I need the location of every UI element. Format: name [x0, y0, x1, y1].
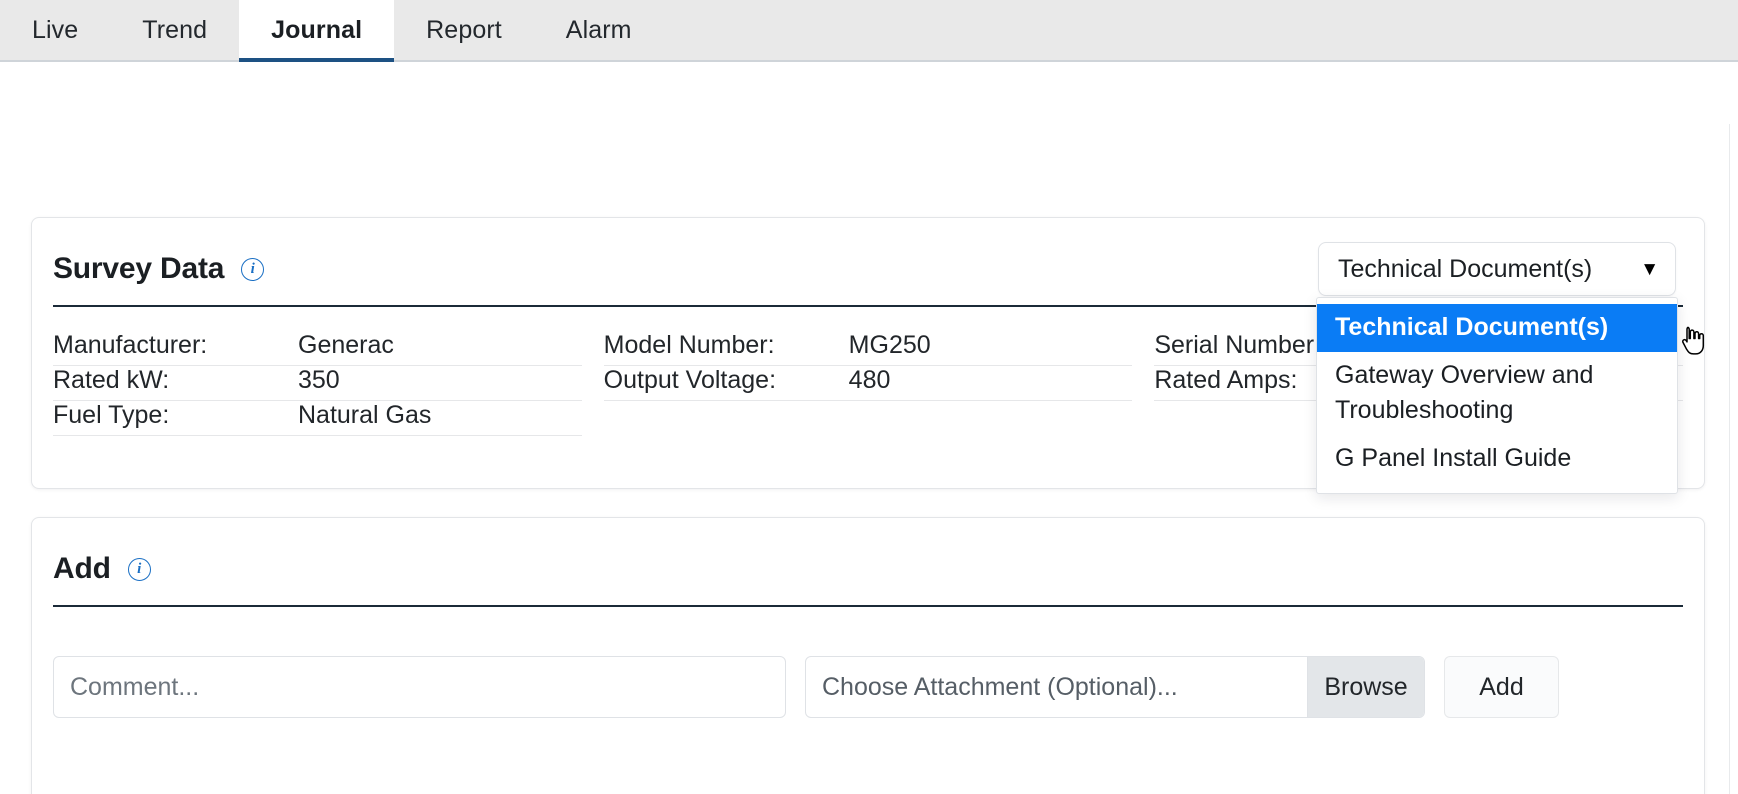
dropdown-option-label: Gateway Overview and Troubleshooting [1335, 361, 1593, 423]
document-type-selected-value: Technical Document(s) [1338, 255, 1592, 284]
field-empty-2 [604, 401, 1133, 436]
add-entry-form: Comment... Choose Attachment (Optional).… [32, 607, 1704, 718]
page-content: Survey Data i Manufacturer: Generac Rate… [0, 62, 1738, 794]
tab-trend[interactable]: Trend [110, 0, 239, 60]
add-button-label: Add [1479, 673, 1523, 702]
main-tabbar: Live Trend Journal Report Alarm [0, 0, 1738, 62]
tab-live-label: Live [32, 16, 78, 45]
tab-live[interactable]: Live [0, 0, 110, 60]
field-label: Output Voltage: [604, 366, 849, 395]
tab-report-label: Report [426, 16, 502, 45]
attachment-placeholder: Choose Attachment (Optional)... [822, 673, 1178, 702]
field-value: Generac [298, 331, 394, 360]
page-title: Survey Data [53, 252, 224, 286]
field-value: 350 [298, 366, 340, 395]
field-label: Rated kW: [53, 366, 298, 395]
field-value: MG250 [849, 331, 931, 360]
add-button[interactable]: Add [1444, 656, 1559, 718]
right-gutter [1729, 124, 1738, 794]
field-model-number: Model Number: MG250 [604, 331, 1133, 366]
browse-button-label: Browse [1324, 673, 1407, 702]
browse-button[interactable]: Browse [1307, 657, 1424, 717]
survey-column-2: Model Number: MG250 Output Voltage: 480 [604, 331, 1133, 436]
field-label: Fuel Type: [53, 401, 298, 430]
tab-journal[interactable]: Journal [239, 0, 394, 60]
dropdown-option-g-panel-install-guide[interactable]: G Panel Install Guide [1317, 435, 1677, 483]
comment-input[interactable]: Comment... [53, 656, 786, 718]
add-section-title: Add [53, 552, 111, 586]
field-value: Natural Gas [298, 401, 431, 430]
field-output-voltage: Output Voltage: 480 [604, 366, 1133, 401]
attachment-field-group: Choose Attachment (Optional)... Browse [805, 656, 1425, 718]
field-fuel-type: Fuel Type: Natural Gas [53, 401, 582, 436]
tab-journal-label: Journal [271, 16, 362, 45]
document-type-dropdown-menu: Technical Document(s) Gateway Overview a… [1316, 297, 1678, 494]
info-icon[interactable]: i [241, 258, 264, 281]
dropdown-option-technical-documents[interactable]: Technical Document(s) [1317, 304, 1677, 352]
dropdown-option-label: Technical Document(s) [1335, 313, 1608, 341]
add-card-header: Add i [32, 518, 1704, 586]
dropdown-option-label: G Panel Install Guide [1335, 444, 1571, 472]
field-label: Model Number: [604, 331, 849, 360]
document-type-dropdown: Technical Document(s) ▼ Technical Docume… [1318, 242, 1676, 296]
dropdown-option-gateway-overview[interactable]: Gateway Overview and Troubleshooting [1317, 352, 1677, 435]
info-icon[interactable]: i [128, 558, 151, 581]
attachment-input[interactable]: Choose Attachment (Optional)... [806, 657, 1307, 717]
chevron-down-icon: ▼ [1640, 260, 1659, 279]
tab-alarm[interactable]: Alarm [534, 0, 664, 60]
field-value: 480 [849, 366, 891, 395]
app-root: Live Trend Journal Report Alarm Survey D… [0, 0, 1738, 794]
survey-column-1: Manufacturer: Generac Rated kW: 350 Fuel… [53, 331, 582, 436]
tab-alarm-label: Alarm [566, 16, 632, 45]
field-label: Manufacturer: [53, 331, 298, 360]
field-rated-kw: Rated kW: 350 [53, 366, 582, 401]
add-card: Add i Comment... Choose Attachment (Opti… [31, 517, 1705, 794]
comment-placeholder: Comment... [70, 673, 199, 702]
document-type-dropdown-button[interactable]: Technical Document(s) ▼ [1318, 242, 1676, 296]
field-manufacturer: Manufacturer: Generac [53, 331, 582, 366]
tab-report[interactable]: Report [394, 0, 534, 60]
tab-trend-label: Trend [142, 16, 207, 45]
